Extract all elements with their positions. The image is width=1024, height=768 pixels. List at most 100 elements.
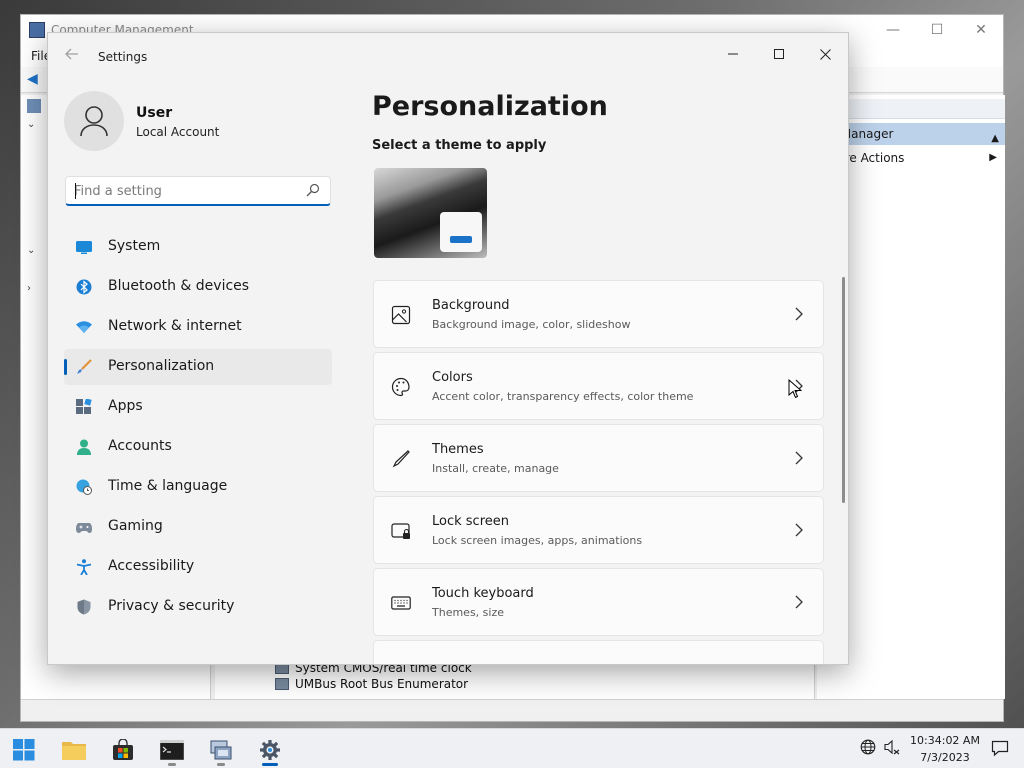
- settings-window: Settings User Local Account System: [47, 32, 849, 665]
- computer-management-icon: [210, 740, 232, 760]
- theme-preview-accent: [450, 236, 472, 243]
- keyboard-icon: [391, 596, 411, 610]
- card-colors[interactable]: Colors Accent color, transparency effect…: [373, 352, 824, 420]
- close-icon: [819, 48, 831, 60]
- system-tray: [860, 739, 900, 759]
- user-name: User: [136, 105, 173, 121]
- taskbar-computer-management[interactable]: [201, 733, 241, 767]
- sidebar-item-label: System: [108, 238, 161, 254]
- taskbar: 10:34:02 AM 7/3/2023: [0, 728, 1024, 768]
- theme-preview-window: [440, 212, 482, 252]
- card-background[interactable]: Background Background image, color, slid…: [373, 280, 824, 348]
- sidebar-item-accounts[interactable]: Accounts: [64, 429, 332, 465]
- cm-maximize-button[interactable]: ☐: [917, 19, 957, 41]
- card-touch-keyboard[interactable]: Touch keyboard Themes, size: [373, 568, 824, 636]
- minimize-button[interactable]: [711, 39, 755, 69]
- card-subtitle: Background image, color, slideshow: [432, 318, 631, 331]
- maximize-icon: [774, 49, 784, 59]
- notification-icon[interactable]: [991, 739, 1009, 757]
- taskbar-settings[interactable]: [250, 733, 290, 767]
- chevron-right-icon: [795, 451, 803, 465]
- chevron-right-icon: [795, 595, 803, 609]
- accessibility-icon: [76, 559, 92, 575]
- volume-muted-icon[interactable]: [884, 739, 900, 755]
- user-profile[interactable]: User Local Account: [64, 91, 334, 153]
- card-title: Background: [432, 298, 510, 313]
- apps-icon: [76, 399, 92, 414]
- wifi-icon: [76, 321, 92, 333]
- taskbar-clock[interactable]: 10:34:02 AM 7/3/2023: [904, 732, 986, 766]
- cm-close-button[interactable]: ✕: [961, 19, 1001, 41]
- window-title: Settings: [98, 50, 148, 64]
- image-icon: [391, 305, 411, 325]
- device-label: UMBus Root Bus Enumerator: [295, 677, 469, 691]
- avatar: [64, 91, 124, 151]
- sidebar-item-time-language[interactable]: Time & language: [64, 469, 332, 505]
- chevron-down-icon[interactable]: ⌄: [27, 245, 35, 256]
- search-box[interactable]: [65, 176, 331, 206]
- personalization-options: Background Background image, color, slid…: [373, 280, 824, 664]
- account-type: Local Account: [136, 125, 220, 139]
- cm-status-bar: [21, 699, 1003, 721]
- sidebar-item-bluetooth[interactable]: Bluetooth & devices: [64, 269, 332, 305]
- sidebar-item-accessibility[interactable]: Accessibility: [64, 549, 332, 585]
- device-icon: [275, 678, 289, 690]
- chevron-right-icon[interactable]: ›: [27, 283, 31, 294]
- chevron-right-icon: [795, 307, 803, 321]
- gamepad-icon: [76, 523, 92, 533]
- taskbar-microsoft-store[interactable]: [103, 733, 143, 767]
- clock-time: 10:34:02 AM: [910, 734, 980, 747]
- windows-logo-icon: [13, 739, 35, 761]
- close-button[interactable]: [803, 39, 847, 69]
- sidebar-item-label: Accessibility: [108, 558, 195, 574]
- start-button[interactable]: [4, 733, 44, 767]
- globe-clock-icon: [76, 479, 92, 495]
- theme-thumbnail[interactable]: [374, 168, 487, 258]
- sidebar-item-label: Bluetooth & devices: [108, 278, 250, 294]
- sidebar-item-network[interactable]: Network & internet: [64, 309, 332, 345]
- search-input[interactable]: [74, 181, 294, 201]
- sidebar-item-gaming[interactable]: Gaming: [64, 509, 332, 545]
- computer-icon: [27, 99, 41, 113]
- card-title: Themes: [432, 442, 484, 457]
- back-button[interactable]: [62, 47, 82, 67]
- card-lock-screen[interactable]: Lock screen Lock screen images, apps, an…: [373, 496, 824, 564]
- sidebar-item-label: Time & language: [108, 478, 228, 494]
- card-title: Colors: [432, 370, 473, 385]
- card-subtitle: Lock screen images, apps, animations: [432, 534, 643, 547]
- mouse-cursor-icon: [788, 379, 802, 399]
- content-scrollbar[interactable]: [842, 277, 845, 503]
- folder-icon: [62, 742, 86, 760]
- bluetooth-icon: [76, 279, 92, 295]
- search-icon: [306, 183, 320, 197]
- network-globe-icon[interactable]: [860, 739, 876, 755]
- card-themes[interactable]: Themes Install, create, manage: [373, 424, 824, 492]
- maximize-button[interactable]: [757, 39, 801, 69]
- card-subtitle: Accent color, transparency effects, colo…: [432, 390, 694, 403]
- sidebar-item-label: Gaming: [108, 518, 163, 534]
- palette-icon: [391, 377, 410, 397]
- sidebar-item-apps[interactable]: Apps: [64, 389, 332, 425]
- sidebar-item-personalization[interactable]: Personalization: [64, 349, 332, 385]
- chevron-right-icon: ▶: [989, 152, 997, 163]
- card-partial[interactable]: [373, 640, 824, 664]
- sidebar-item-label: Accounts: [108, 438, 172, 454]
- taskbar-file-explorer[interactable]: [54, 733, 94, 767]
- back-arrow-icon[interactable]: ◀: [27, 72, 43, 86]
- card-title: Lock screen: [432, 514, 509, 529]
- card-subtitle: Install, create, manage: [432, 462, 559, 475]
- card-subtitle: Themes, size: [432, 606, 504, 619]
- monitor-icon: [76, 241, 92, 254]
- page-title: Personalization: [372, 91, 608, 122]
- terminal-icon: [160, 740, 184, 760]
- card-title: Touch keyboard: [432, 586, 534, 601]
- sidebar-item-system[interactable]: System: [64, 229, 332, 265]
- sidebar-item-privacy-security[interactable]: Privacy & security: [64, 589, 332, 625]
- pen-icon: [392, 450, 410, 468]
- lock-screen-icon: [391, 523, 410, 539]
- chevron-down-icon[interactable]: ⌄: [27, 119, 35, 130]
- taskbar-command-prompt[interactable]: [152, 733, 192, 767]
- cm-minimize-button[interactable]: —: [873, 19, 913, 41]
- list-item[interactable]: UMBus Root Bus Enumerator: [275, 677, 468, 691]
- arrow-left-icon: [65, 48, 78, 60]
